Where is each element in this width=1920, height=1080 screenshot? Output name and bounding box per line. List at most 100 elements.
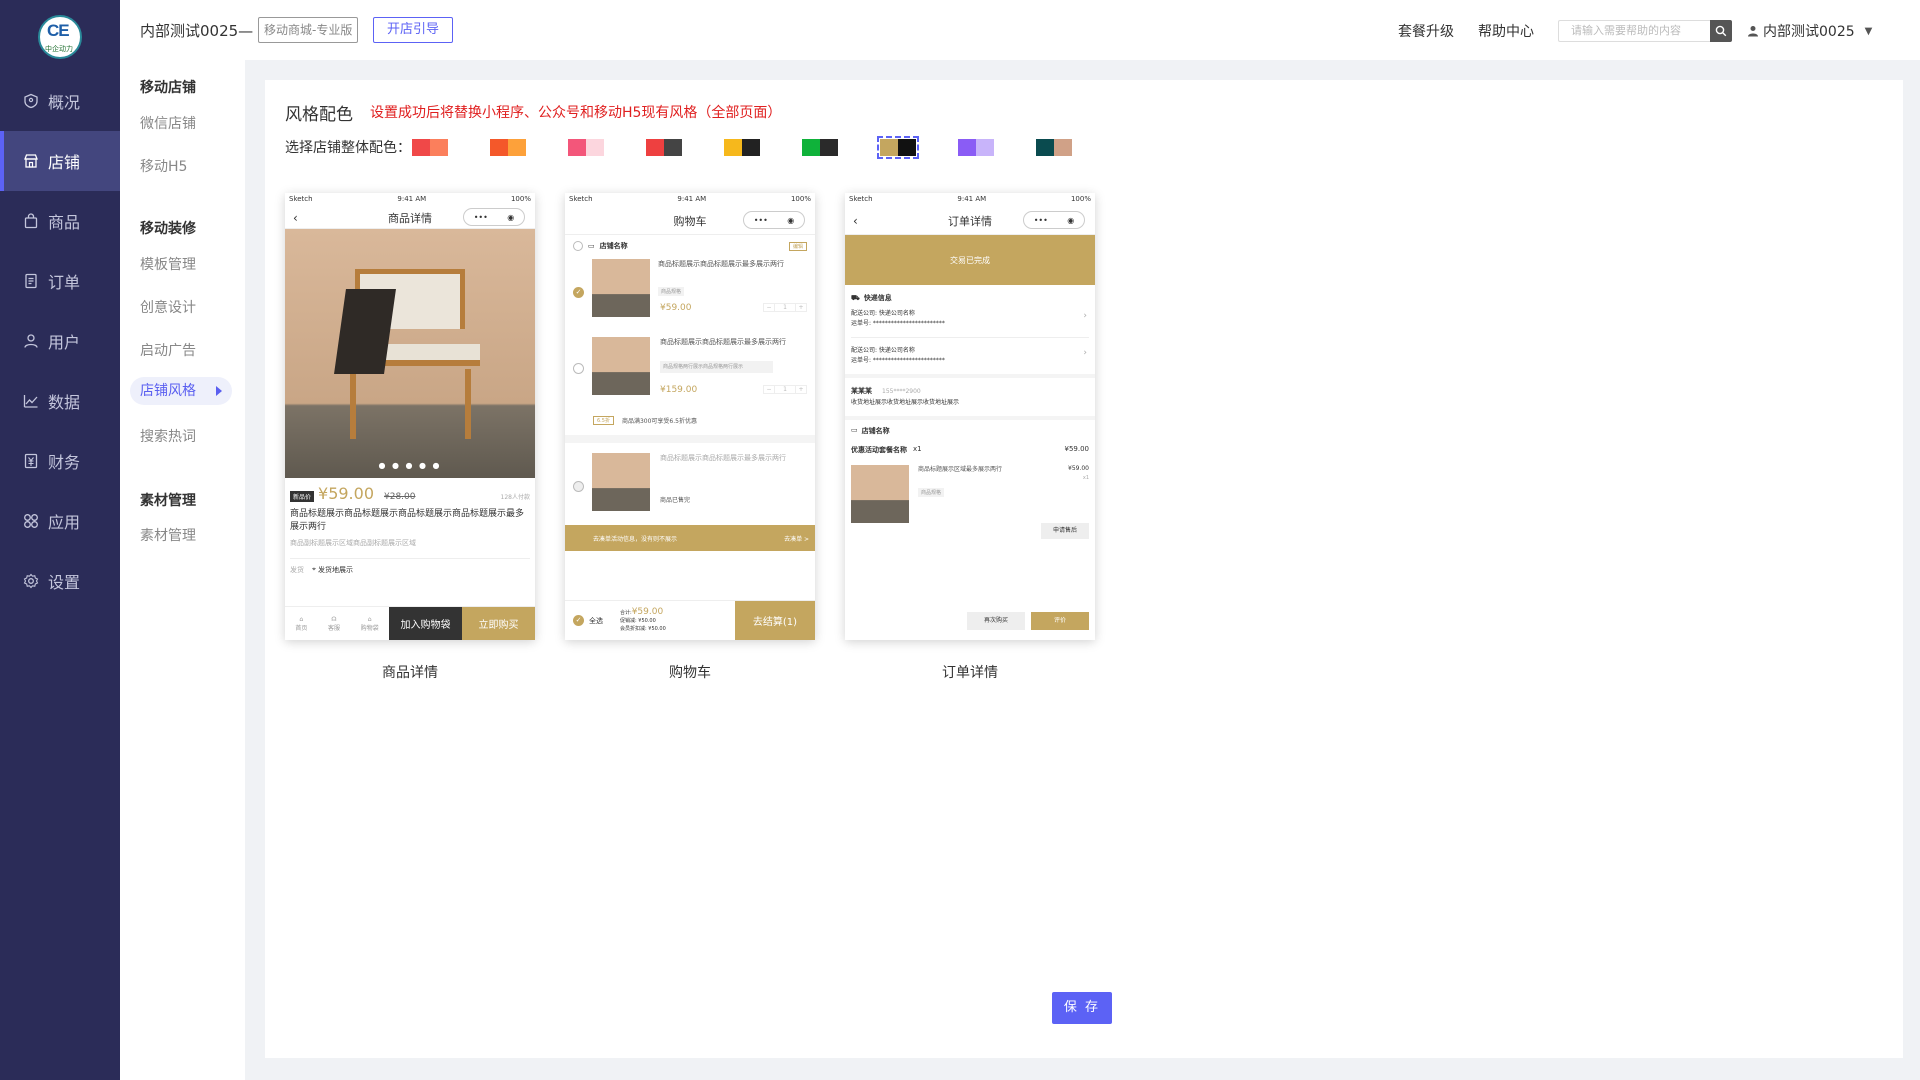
cart-tab[interactable]: ⌂ 购物袋 xyxy=(361,616,379,632)
promo-banner-link[interactable]: 去凑单 > xyxy=(784,534,809,543)
subnav-item-label: 店铺风格 xyxy=(140,383,196,399)
review-button[interactable]: 评价 xyxy=(1031,612,1089,630)
sub-sidebar: 移动店铺 微信店铺 移动H5 移动装修 模板管理 创意设计 启动广告 店铺风格 … xyxy=(120,60,245,1080)
nav-item-products[interactable]: 商品 xyxy=(0,191,120,251)
cart-item-price: ¥159.00 xyxy=(660,385,698,395)
refund-button[interactable]: 申请售后 xyxy=(1041,523,1089,539)
finance-icon xyxy=(22,452,40,470)
help-center-link[interactable]: 帮助中心 xyxy=(1478,21,1534,41)
subnav-item-launch-ads[interactable]: 启动广告 xyxy=(140,340,196,360)
subnav-item-mobile-h5[interactable]: 移动H5 xyxy=(140,156,187,176)
chart-icon xyxy=(22,392,40,410)
swatch-color xyxy=(586,139,604,156)
buy-now-button[interactable]: 立即购买 xyxy=(462,607,535,640)
order-item-title: 商品标题展示区域最多展示两行 xyxy=(918,466,1003,473)
status-time: 9:41 AM xyxy=(957,195,987,203)
status-carrier: Sketch xyxy=(289,195,313,203)
store-icon: ▭ xyxy=(588,242,595,250)
nav-item-orders[interactable]: 订单 xyxy=(0,251,120,311)
mini-navbar: ‹ 商品详情 ••• ◉ xyxy=(285,205,535,229)
home-tab[interactable]: ⌂ 首页 xyxy=(295,616,307,632)
express-company: 配送公司: 快递公司名称 xyxy=(851,310,915,317)
color-swatch[interactable] xyxy=(724,139,760,156)
dashboard-icon xyxy=(22,92,40,110)
status-carrier: Sketch xyxy=(569,195,593,203)
ship-label: 发货 xyxy=(290,566,304,574)
cart-item: 商品标题展示商品标题展示最多展示两行 商品规格两行展示商品规格两行展示 ¥159… xyxy=(565,335,815,413)
product-image: ● ● ● ● ● xyxy=(285,229,535,478)
bag-icon: ⌂ xyxy=(367,615,372,623)
color-swatch[interactable] xyxy=(490,139,526,156)
quantity-value[interactable]: 1 xyxy=(774,304,796,311)
radio-icon[interactable] xyxy=(573,241,583,251)
save-button[interactable]: 保 存 xyxy=(1052,992,1112,1024)
checked-icon[interactable]: ✓ xyxy=(573,287,584,298)
nav-label: 用户 xyxy=(48,333,81,352)
nav-item-apps[interactable]: 应用 xyxy=(0,491,120,551)
minus-icon[interactable]: − xyxy=(764,386,774,393)
nav-item-data[interactable]: 数据 xyxy=(0,371,120,431)
subnav-group-title: 素材管理 xyxy=(140,493,196,509)
status-bar: Sketch 9:41 AM 100% xyxy=(285,193,535,205)
search-button[interactable] xyxy=(1710,20,1732,42)
radio-icon[interactable] xyxy=(573,481,584,492)
add-to-cart-button[interactable]: 加入购物袋 xyxy=(389,607,462,640)
quantity-stepper[interactable]: − 1 + xyxy=(763,385,807,394)
select-all-checked-icon[interactable]: ✓ xyxy=(573,615,584,626)
subnav-item-creative-design[interactable]: 创意设计 xyxy=(140,297,196,317)
express-company: 配送公司: 快递公司名称 xyxy=(851,347,915,354)
nav-item-settings[interactable]: 设置 xyxy=(0,551,120,611)
color-swatch[interactable] xyxy=(646,139,682,156)
express-row[interactable]: 配送公司: 快递公司名称 运单号: **********************… xyxy=(851,309,1089,329)
minus-icon[interactable]: − xyxy=(764,304,774,311)
nav-item-users[interactable]: 用户 xyxy=(0,311,120,371)
cart-item-thumb xyxy=(592,453,650,511)
subnav-group-title: 移动店铺 xyxy=(140,80,196,96)
rebuy-button[interactable]: 再次购买 xyxy=(967,612,1025,630)
user-menu[interactable]: 内部测试0025 ▼ xyxy=(1747,21,1872,41)
service-tab[interactable]: ☊ 客服 xyxy=(328,616,340,632)
receiver-name: 某某某 xyxy=(851,387,872,395)
store-guide-button[interactable]: 开店引导 xyxy=(373,17,453,43)
radio-icon[interactable] xyxy=(573,363,584,374)
quantity-stepper[interactable]: − 1 + xyxy=(763,303,807,312)
logo-text: CE xyxy=(47,21,70,40)
location-icon: ⌖ xyxy=(312,565,316,573)
shop-name: 内部测试0025— xyxy=(140,22,254,40)
color-swatch[interactable] xyxy=(877,136,919,159)
total-label: 合计: xyxy=(620,610,632,616)
color-swatch[interactable] xyxy=(802,139,838,156)
checkout-button[interactable]: 去结算(1) xyxy=(735,601,815,640)
plus-icon[interactable]: + xyxy=(796,304,806,311)
plan-upgrade-link[interactable]: 套餐升级 xyxy=(1398,21,1454,41)
color-swatch[interactable] xyxy=(412,139,448,156)
plus-icon[interactable]: + xyxy=(796,386,806,393)
logo-subtext: 中企动力 xyxy=(45,45,73,53)
swatch-color xyxy=(724,139,742,156)
color-swatch[interactable] xyxy=(568,139,604,156)
subnav-item-hot-search[interactable]: 搜索热词 xyxy=(140,426,196,446)
subnav-item-wechat-store[interactable]: 微信店铺 xyxy=(140,113,196,133)
help-search-input[interactable]: 请输入需要帮助的内容 xyxy=(1558,20,1710,42)
nav-label: 订单 xyxy=(48,273,81,292)
subnav-item-store-style[interactable]: 店铺风格 xyxy=(130,377,232,405)
nav-item-overview[interactable]: 概况 xyxy=(0,71,120,131)
sold-count: 128人付款 xyxy=(500,494,530,501)
status-bar: Sketch 9:41 AM 100% xyxy=(845,193,1095,205)
more-icon: ••• xyxy=(753,215,768,225)
promo-banner[interactable]: 去凑单活动信息，没有则不展示 去凑单 > xyxy=(565,525,815,551)
quantity-value[interactable]: 1 xyxy=(774,386,796,393)
color-swatch[interactable] xyxy=(1036,139,1072,156)
brand-logo[interactable]: CE 中企动力 xyxy=(38,15,82,59)
color-swatch[interactable] xyxy=(958,139,994,156)
swatch-color xyxy=(508,139,526,156)
cart-edit-button[interactable]: 编辑 xyxy=(788,241,807,251)
select-all-label[interactable]: 全选 xyxy=(589,616,603,626)
nav-item-finance[interactable]: 财务 xyxy=(0,431,120,491)
chevron-right-icon: › xyxy=(1083,348,1087,358)
express-row[interactable]: 配送公司: 快递公司名称 运单号: **********************… xyxy=(851,346,1089,366)
subnav-item-templates[interactable]: 模板管理 xyxy=(140,254,196,274)
nav-item-store[interactable]: 店铺 xyxy=(0,131,120,191)
swatch-color xyxy=(490,139,508,156)
subnav-item-assets[interactable]: 素材管理 xyxy=(140,525,196,545)
